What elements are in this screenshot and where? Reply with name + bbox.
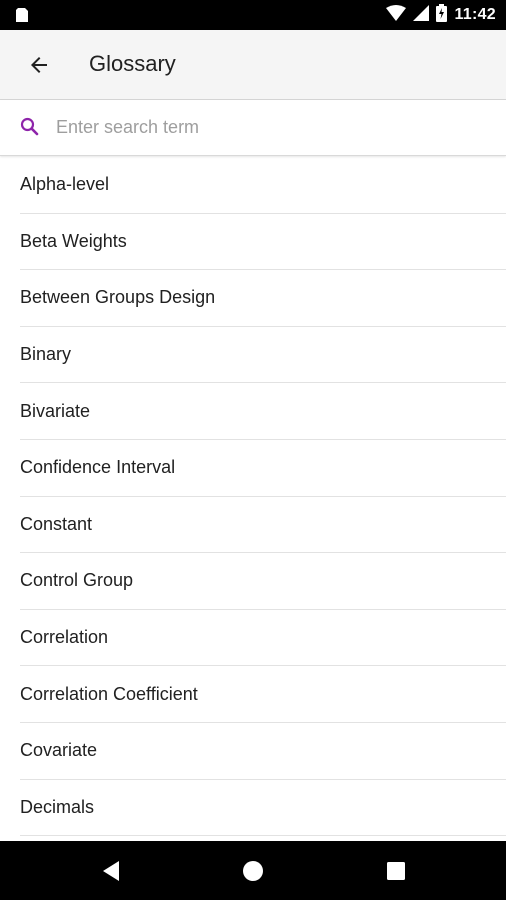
glossary-term-item[interactable]: Binary <box>20 327 506 384</box>
home-circle-icon <box>243 861 263 881</box>
nav-home-button[interactable] <box>238 856 268 886</box>
nav-recents-button[interactable] <box>381 856 411 886</box>
glossary-term-label: Between Groups Design <box>20 287 216 308</box>
page-title: Glossary <box>89 51 176 76</box>
glossary-term-label: Bivariate <box>20 400 91 421</box>
search-icon <box>19 116 41 138</box>
glossary-term-label: Alpha-level <box>20 174 110 195</box>
app-bar: Glossary <box>0 30 506 100</box>
glossary-term-item[interactable]: Beta Weights <box>20 214 506 271</box>
glossary-term-label: Correlation <box>20 627 109 648</box>
glossary-term-label: Constant <box>20 513 93 534</box>
glossary-term-label: Covariate <box>20 740 98 761</box>
status-bar: 11:42 <box>0 0 506 30</box>
signal-icon <box>413 4 430 26</box>
glossary-term-item[interactable]: Between Groups Design <box>20 270 506 327</box>
wifi-icon <box>386 4 407 26</box>
glossary-term-item[interactable]: Control Group <box>20 553 506 610</box>
status-time: 11:42 <box>454 6 496 23</box>
search-bar <box>0 100 506 156</box>
glossary-term-item[interactable]: Covariate <box>20 723 506 780</box>
nav-back-button[interactable] <box>96 856 126 886</box>
glossary-term-label: Correlation Coefficient <box>20 683 198 704</box>
search-input[interactable] <box>56 112 486 142</box>
glossary-term-item[interactable]: Bivariate <box>20 383 506 440</box>
glossary-term-item[interactable]: Alpha-level <box>20 157 506 214</box>
navigation-bar <box>0 841 506 900</box>
recents-square-icon <box>387 862 405 880</box>
sim-icon <box>14 7 30 23</box>
glossary-term-label: Beta Weights <box>20 230 127 251</box>
glossary-term-item[interactable]: Correlation <box>20 610 506 667</box>
glossary-term-label: Binary <box>20 344 72 365</box>
battery-icon <box>436 3 448 27</box>
glossary-term-item[interactable]: Confidence Interval <box>20 440 506 497</box>
glossary-term-item[interactable]: Constant <box>20 497 506 554</box>
glossary-term-label: Decimals <box>20 796 95 817</box>
glossary-term-list: Alpha-level Beta Weights Between Groups De… <box>0 157 506 841</box>
glossary-term-item[interactable]: Correlation Coefficient <box>20 666 506 723</box>
status-icons: 11:42 <box>386 3 496 27</box>
arrow-back-icon <box>31 57 47 73</box>
back-button[interactable] <box>22 50 56 80</box>
glossary-term-label: Confidence Interval <box>20 457 176 478</box>
back-triangle-icon <box>103 861 119 881</box>
glossary-term-label: Control Group <box>20 570 134 591</box>
glossary-term-item[interactable]: Decimals <box>20 780 506 837</box>
